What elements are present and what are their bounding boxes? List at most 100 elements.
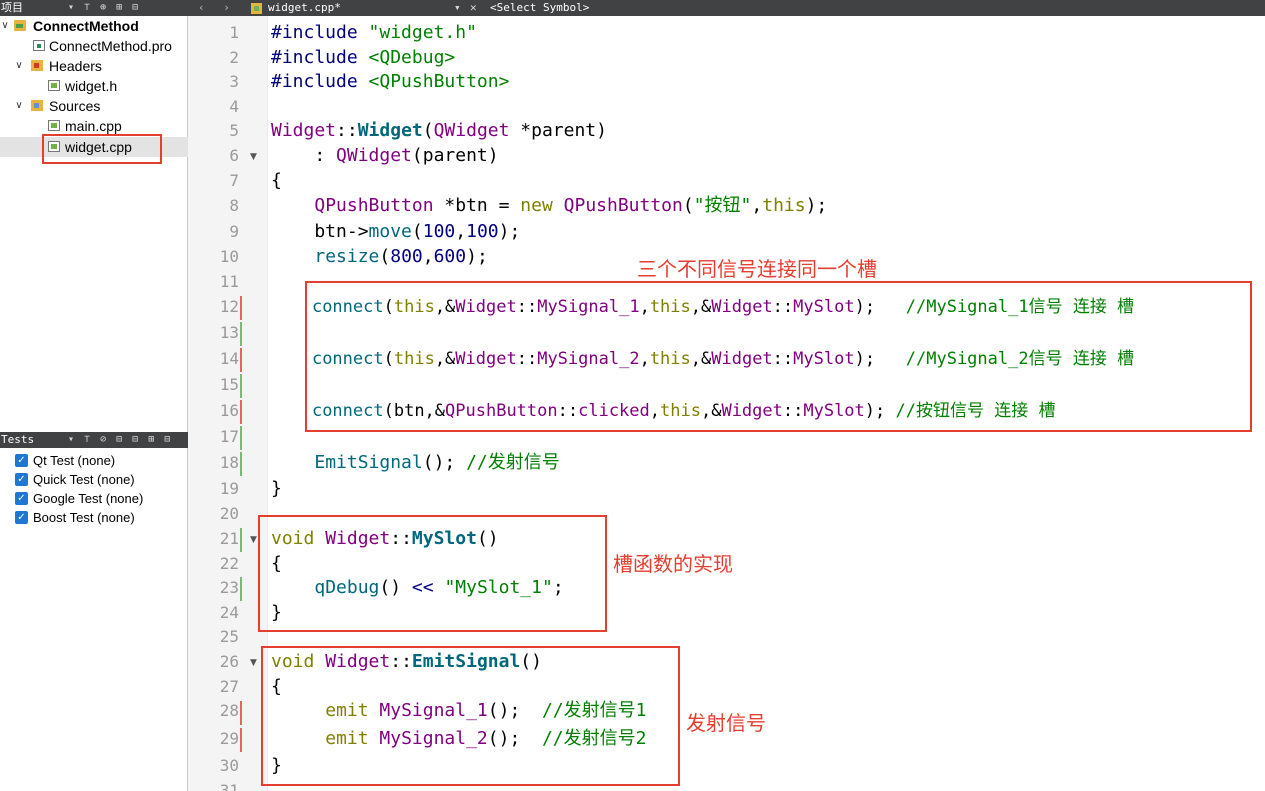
code-token: new [520,195,553,216]
line-number: 14 [219,349,239,368]
chevron-down-icon[interactable]: ▾ [454,0,461,16]
project-panel-tools[interactable]: ▾ ⊤ ⊕ ⊞ ⊟ [68,0,140,16]
line-number: 20 [219,504,239,523]
code-line-19[interactable]: } [271,478,282,500]
close-icon[interactable]: ✕ [470,0,477,16]
code-line-3[interactable]: #include <QPushButton> [271,71,509,93]
code-line-1[interactable]: #include "widget.h" [271,22,477,44]
line-number: 5 [229,121,239,140]
code-token: QPushButton [563,195,683,216]
tests-panel-title: Tests [1,433,35,446]
line-number: 30 [219,756,239,775]
nav-arrows[interactable]: ‹ › [198,0,236,16]
tree-item-label: Headers [49,58,102,74]
symbol-selector[interactable]: <Select Symbol> [490,0,589,16]
header-file-icon [48,80,60,91]
sources-folder-icon [31,100,43,111]
open-file-name[interactable]: widget.cpp* [268,0,341,16]
code-token: ( [422,120,434,141]
line-number: 1 [229,23,239,42]
checkbox-checked-icon[interactable]: ✓ [15,511,28,524]
line-number: 28 [219,701,239,720]
modified-line-marker [240,348,242,372]
line-number: 3 [229,72,239,91]
annotation-connect: 三个不同信号连接同一个槽 [637,257,877,281]
line-number: 22 [219,554,239,573]
annotation-slot: 槽函数的实现 [613,552,733,576]
highlight-box-widget-cpp [42,134,162,164]
code-token: ); [805,195,828,216]
chevron-down-icon[interactable]: ∨ [0,16,10,36]
tree-item-sources[interactable]: ∨ Sources [0,96,188,116]
fold-arrow-icon[interactable]: ▼ [250,530,257,550]
code-token: QPushButton [314,195,434,216]
checkbox-checked-icon[interactable]: ✓ [15,492,28,505]
code-token: (parent) [411,145,499,166]
highlight-box-slot [258,515,607,632]
highlight-box-emit [261,646,680,786]
tree-item-project[interactable]: ∨ ConnectMethod [0,16,188,36]
code-token: ); [498,221,521,242]
chevron-down-icon[interactable]: ∨ [14,56,24,76]
tree-item-main-cpp[interactable]: main.cpp [0,116,188,136]
code-line-8[interactable]: QPushButton *btn = new QPushButton("按钮",… [271,195,827,217]
tree-item-label: widget.h [65,78,118,94]
line-number: 13 [219,323,239,342]
code-line-7[interactable]: { [271,170,282,192]
code-comment: //发射信号 [466,452,560,473]
code-token: this [762,195,806,216]
code-token: ( [379,246,391,267]
code-token: "widget.h" [368,22,477,43]
line-number: 25 [219,627,239,646]
modified-line-marker [240,296,242,320]
added-line-marker [240,452,242,476]
line-number: 24 [219,603,239,622]
code-line-2[interactable]: #include <QDebug> [271,47,455,69]
line-number: 29 [219,729,239,748]
code-token: ( [411,221,423,242]
line-number: 27 [219,677,239,696]
tests-panel-tools[interactable]: ▾ ⊤ ⊘ ⊟ ⊟ ⊞ ⊟ [68,432,172,448]
added-line-marker [240,374,242,398]
project-panel-header: 项目 ▾ ⊤ ⊕ ⊞ ⊟ [0,0,188,16]
editor-toolbar: ‹ › widget.cpp* ▾ ✕ <Select Symbol> [188,0,1265,16]
code-token: "按钮" [693,195,752,216]
added-line-marker [240,577,242,601]
code-token: , [422,246,434,267]
tree-item-widget-h[interactable]: widget.h [0,76,188,96]
pro-file-icon [33,40,45,51]
code-token: QWidget [433,120,510,141]
modified-line-marker [240,701,242,725]
tree-item-label: Sources [49,98,101,114]
fold-arrow-icon[interactable]: ▼ [250,653,257,673]
code-token: , [455,221,467,242]
line-number: 4 [229,97,239,116]
code-line-6[interactable]: : QWidget(parent) [271,145,499,167]
line-number: 21 [219,529,239,548]
code-token: : [271,145,337,166]
chevron-down-icon[interactable]: ∨ [14,96,24,116]
code-line-18[interactable]: EmitSignal(); //发射信号 [271,452,560,474]
checkbox-checked-icon[interactable]: ✓ [15,473,28,486]
code-line-9[interactable]: btn->move(100,100); [271,221,520,243]
annotation-emit: 发射信号 [686,711,766,735]
fold-arrow-icon[interactable]: ▼ [250,147,257,167]
line-number: 8 [229,196,239,215]
code-line-5[interactable]: Widget::Widget(QWidget *parent) [271,120,607,142]
project-panel-title: 项目 [1,1,23,14]
test-item-label: Google Test (none) [33,491,144,506]
tree-item-pro-file[interactable]: ConnectMethod.pro [0,36,188,56]
code-token: Widget [357,120,423,141]
code-token: btn-> [271,221,369,242]
checkbox-checked-icon[interactable]: ✓ [15,454,28,467]
code-token: ( [682,195,694,216]
source-file-icon [48,120,60,131]
line-number: 17 [219,427,239,446]
tree-item-headers[interactable]: ∨ Headers [0,56,188,76]
tests-panel-header: Tests ▾ ⊤ ⊘ ⊟ ⊟ ⊞ ⊟ [0,432,188,448]
code-line-10[interactable]: resize(800,600); [271,246,487,268]
line-number: 16 [219,401,239,420]
